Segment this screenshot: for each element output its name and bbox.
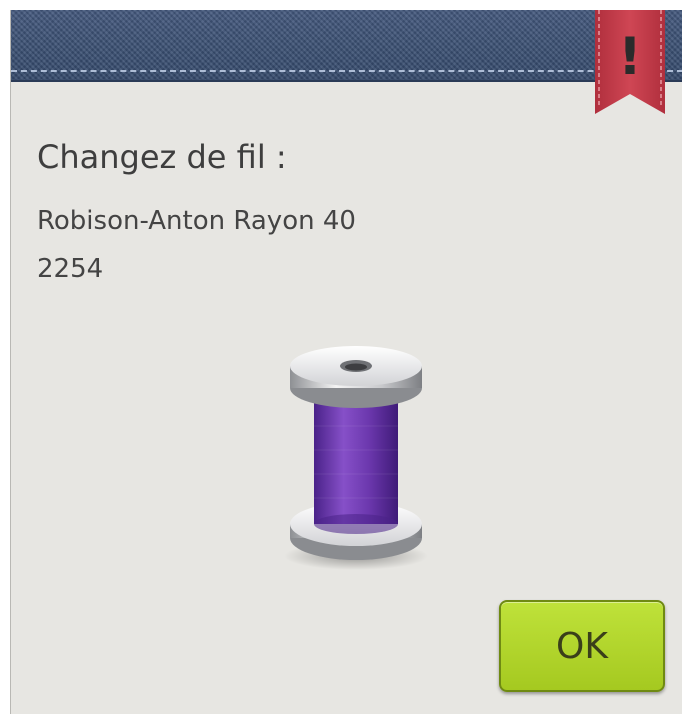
- dialog-header-bar: [11, 10, 682, 82]
- header-stitching: [11, 70, 682, 72]
- thread-change-dialog: ! Changez de fil : Robison-Anton Rayon 4…: [10, 10, 682, 714]
- alert-exclamation: !: [618, 27, 642, 87]
- thread-spool-icon: [281, 342, 431, 572]
- ok-button[interactable]: OK: [499, 600, 665, 692]
- warning-ribbon-icon: !: [595, 10, 665, 114]
- thread-number: 2254: [37, 254, 104, 284]
- dialog-title: Changez de fil :: [37, 138, 287, 176]
- thread-name: Robison-Anton Rayon 40: [37, 206, 356, 236]
